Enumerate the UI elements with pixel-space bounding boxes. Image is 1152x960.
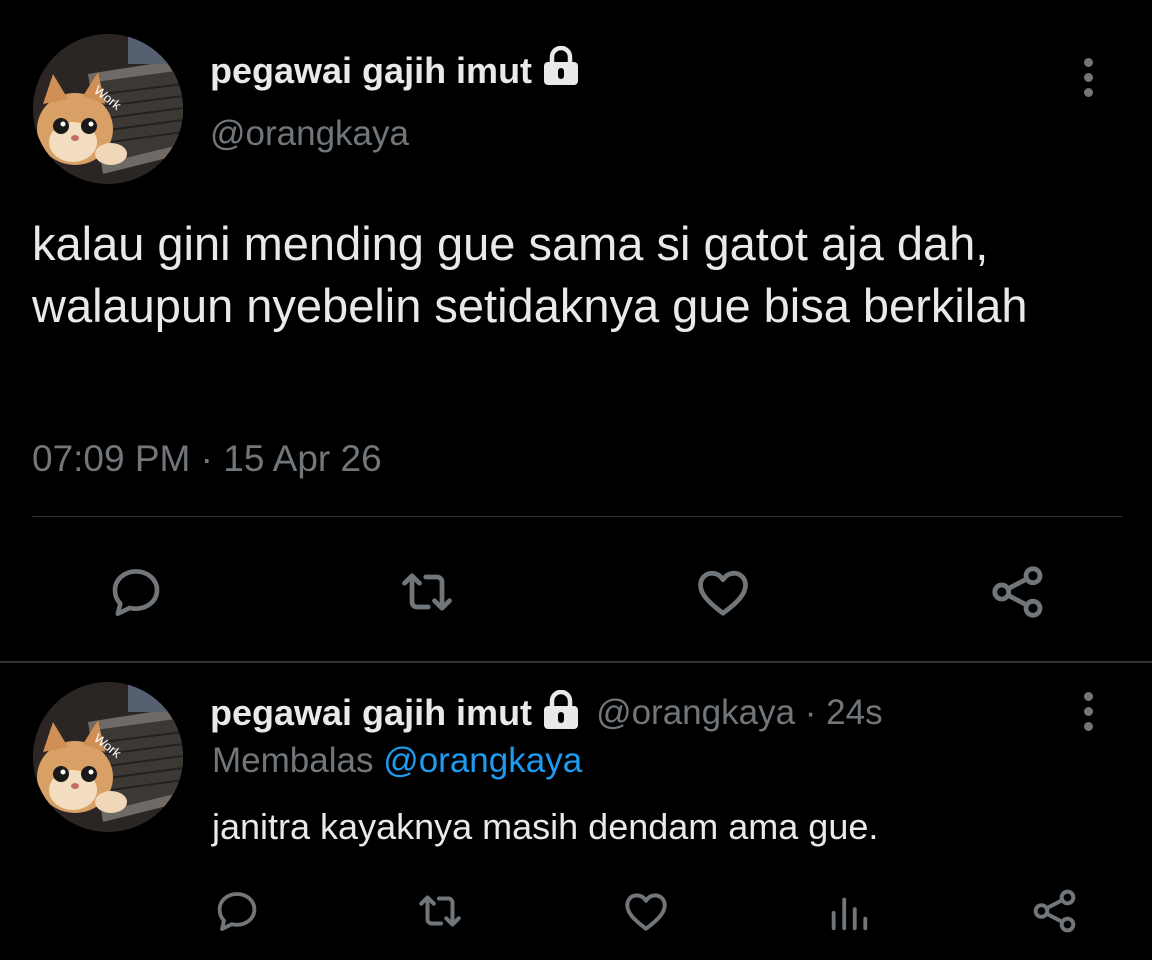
cat-avatar-image: Work [33, 34, 183, 184]
share-icon [1033, 889, 1076, 933]
display-name-text[interactable]: pegawai gajih imut [210, 50, 532, 92]
display-name[interactable]: pegawai gajih imut [210, 45, 582, 95]
like-button[interactable] [693, 562, 753, 622]
share-icon [992, 566, 1043, 618]
like-icon [698, 570, 748, 616]
retweet-icon [419, 895, 461, 927]
retweet-button[interactable] [415, 886, 465, 936]
avatar[interactable]: Work [33, 34, 183, 184]
analytics-icon [831, 897, 868, 931]
more-options-icon[interactable] [1082, 692, 1094, 731]
replying-prefix: Membalas [212, 741, 374, 780]
display-name-text[interactable]: pegawai gajih imut [210, 692, 532, 734]
replying-to: Membalas @orangkaya [212, 741, 582, 781]
tweet-detail-page: Work pegawai gajih imut @orangkaya kalau… [0, 0, 1152, 960]
divider [0, 661, 1152, 663]
more-options-icon[interactable] [1082, 58, 1094, 97]
reply-handle-time[interactable]: @orangkaya · 24s [596, 693, 883, 733]
reply-button[interactable] [106, 562, 166, 622]
retweet-icon [402, 573, 452, 611]
handle[interactable]: @orangkaya [210, 114, 409, 154]
avatar[interactable]: Work [33, 682, 183, 832]
like-button[interactable] [621, 886, 671, 936]
retweet-button[interactable] [397, 562, 457, 622]
reply-icon [217, 892, 257, 931]
share-button[interactable] [988, 562, 1048, 622]
reply-text: janitra kayaknya masih dendam ama gue. [212, 806, 879, 847]
share-button[interactable] [1030, 886, 1080, 936]
reply-icon [112, 569, 160, 617]
replying-to-link[interactable]: @orangkaya [383, 741, 582, 780]
lock-icon [540, 45, 582, 95]
divider [32, 516, 1122, 517]
reply-button[interactable] [212, 886, 262, 936]
tweet-text: kalau gini mending gue sama si gatot aja… [32, 217, 1028, 332]
cat-avatar-image: Work [33, 682, 183, 832]
tweet-timestamp[interactable]: 07:09 PM · 15 Apr 26 [32, 438, 382, 480]
reply-header: pegawai gajih imut @orangkaya · 24s [210, 689, 883, 735]
analytics-button[interactable] [824, 886, 874, 936]
like-icon [625, 893, 667, 931]
lock-icon [540, 689, 582, 735]
